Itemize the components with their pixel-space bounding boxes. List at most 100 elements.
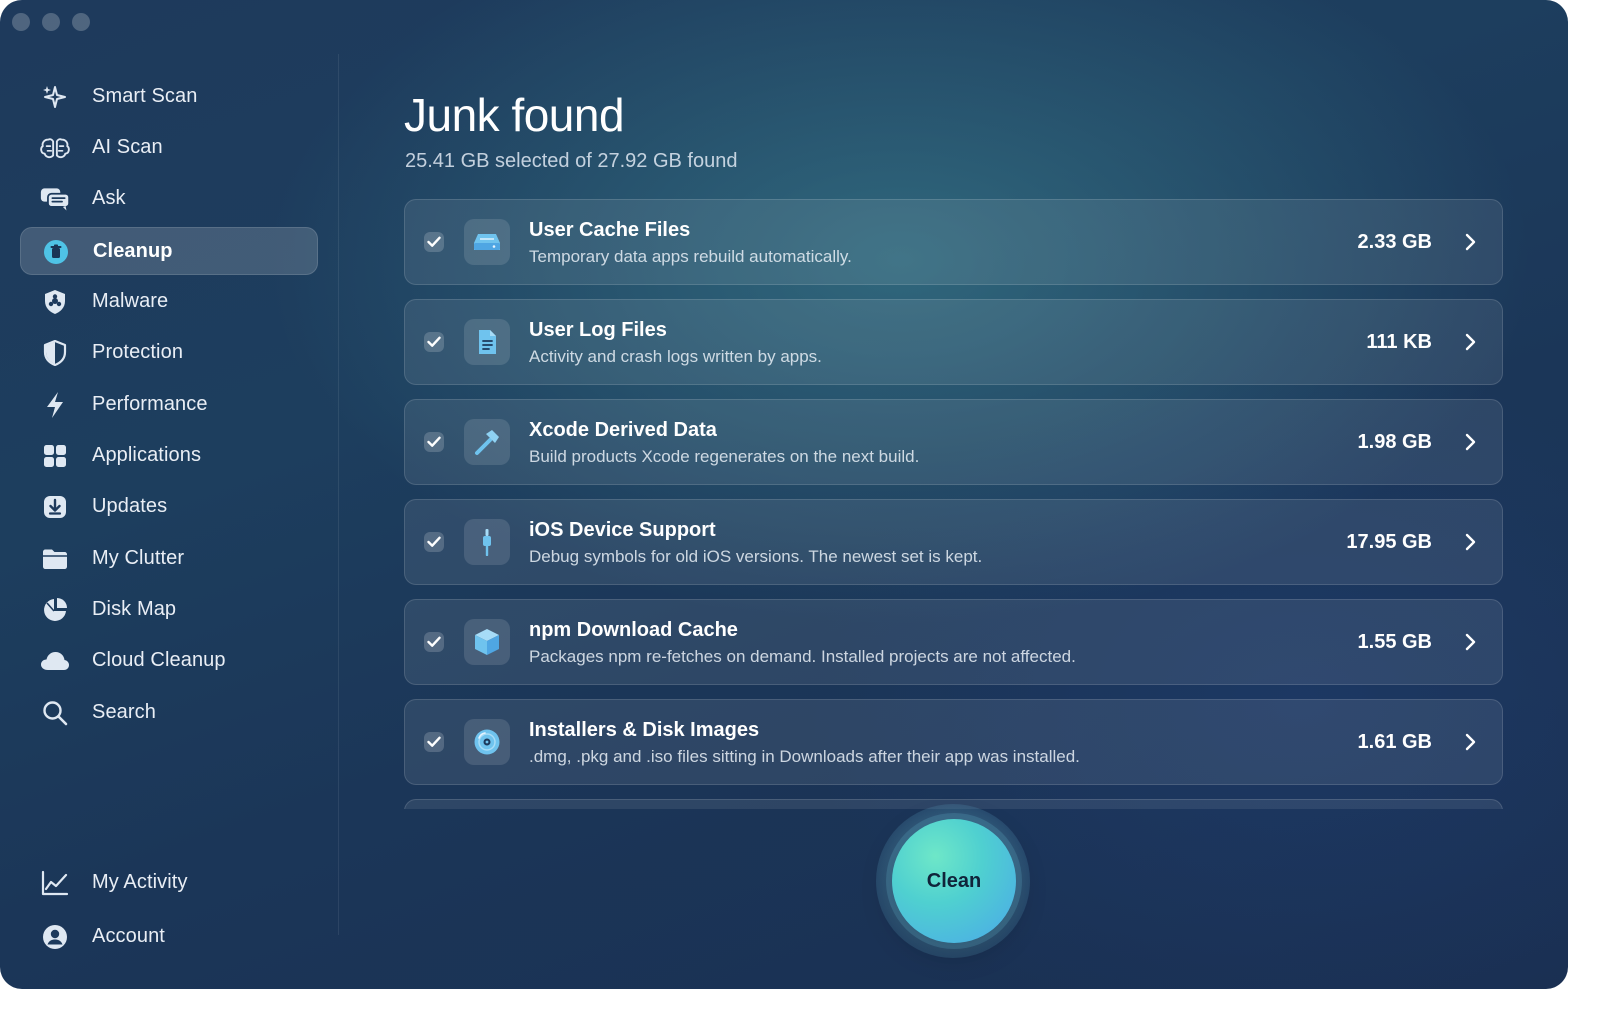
sidebar-item-disk-map[interactable]: Disk Map (20, 586, 318, 634)
sidebar-item-label: Ask (92, 187, 126, 209)
hammer-icon (464, 419, 510, 465)
sidebar-item-label: Cleanup (93, 240, 173, 262)
bolt-icon (40, 391, 70, 419)
chevron-right-icon[interactable] (1464, 633, 1476, 651)
checkmark-icon (427, 336, 441, 347)
row-size: 1.61 GB (1357, 731, 1432, 753)
row-size: 1.98 GB (1357, 431, 1432, 453)
sidebar-item-search[interactable]: Search (20, 689, 318, 737)
biohazard-shield-icon (40, 288, 70, 316)
row-size: 17.95 GB (1346, 531, 1432, 553)
grid-icon (40, 442, 70, 470)
page-title: Junk found (404, 89, 625, 141)
checkmark-icon (427, 736, 441, 747)
folder-icon (40, 545, 70, 573)
checkmark-icon (427, 636, 441, 647)
row-title: User Cache Files (529, 219, 691, 241)
sidebar-item-label: Cloud Cleanup (92, 649, 226, 671)
junk-row-xcode-derived-data[interactable]: Xcode Derived Data Build products Xcode … (404, 399, 1503, 485)
clean-button[interactable]: Clean (892, 819, 1016, 943)
row-checkbox[interactable] (424, 332, 444, 352)
pie-chart-icon (40, 596, 70, 624)
chevron-right-icon[interactable] (1464, 233, 1476, 251)
chevron-right-icon[interactable] (1464, 733, 1476, 751)
row-description: Debug symbols for old iOS versions. The … (529, 547, 983, 566)
person-icon (40, 923, 70, 951)
chat-bubbles-icon (40, 185, 70, 213)
sidebar-item-label: AI Scan (92, 136, 163, 158)
junk-row-npm-download-cache[interactable]: npm Download Cache Packages npm re-fetch… (404, 599, 1503, 685)
row-checkbox[interactable] (424, 632, 444, 652)
sidebar-item-performance[interactable]: Performance (20, 381, 318, 429)
sidebar-item-cleanup[interactable]: Cleanup (20, 227, 318, 275)
sidebar-item-ask[interactable]: Ask (20, 175, 318, 223)
row-description: Build products Xcode regenerates on the … (529, 447, 920, 466)
cable-icon (464, 519, 510, 565)
sidebar-item-my-activity[interactable]: My Activity (20, 859, 318, 907)
row-description: .dmg, .pkg and .iso files sitting in Dow… (529, 747, 1080, 766)
brain-icon (40, 134, 70, 162)
checkmark-icon (427, 436, 441, 447)
app-window: Smart Scan AI Scan Ask Cleanup Malware P… (0, 0, 1568, 989)
shield-icon (40, 339, 70, 367)
search-icon (40, 699, 70, 727)
junk-row-user-cache-files[interactable]: User Cache Files Temporary data apps reb… (404, 199, 1503, 285)
row-title: npm Download Cache (529, 619, 738, 641)
sidebar-item-label: Account (92, 925, 165, 947)
row-size: 1.55 GB (1357, 631, 1432, 653)
drive-icon (464, 219, 510, 265)
chevron-right-icon[interactable] (1464, 433, 1476, 451)
sidebar-item-smart-scan[interactable]: Smart Scan (20, 73, 318, 121)
sidebar-item-account[interactable]: Account (20, 913, 318, 961)
trash-icon (41, 238, 71, 266)
sidebar-item-label: Disk Map (92, 598, 177, 620)
sidebar-item-ai-scan[interactable]: AI Scan (20, 124, 318, 172)
disc-icon (464, 719, 510, 765)
checkmark-icon (427, 236, 441, 247)
row-title: User Log Files (529, 319, 667, 341)
sidebar-item-label: My Clutter (92, 547, 185, 569)
line-chart-icon (40, 869, 70, 897)
chevron-right-icon[interactable] (1464, 533, 1476, 551)
selection-summary: 25.41 GB selected of 27.92 GB found (405, 150, 738, 172)
sidebar-item-label: Protection (92, 341, 184, 363)
row-size: 111 KB (1366, 331, 1432, 353)
sidebar-item-cloud-cleanup[interactable]: Cloud Cleanup (20, 637, 318, 685)
row-checkbox[interactable] (424, 432, 444, 452)
row-title: Installers & Disk Images (529, 719, 760, 741)
sidebar-item-label: Search (92, 701, 156, 723)
sidebar-item-updates[interactable]: Updates (20, 483, 318, 531)
sidebar-item-my-clutter[interactable]: My Clutter (20, 535, 318, 583)
row-description: Temporary data apps rebuild automaticall… (529, 247, 852, 266)
sidebar-item-label: Smart Scan (92, 85, 198, 107)
download-icon (40, 493, 70, 521)
clean-button-label: Clean (926, 869, 982, 892)
sparkles-icon (40, 83, 70, 111)
sidebar-divider (338, 54, 339, 935)
row-size: 2.33 GB (1357, 231, 1432, 253)
cloud-icon (40, 647, 70, 675)
row-description: Packages npm re-fetches on demand. Insta… (529, 647, 1076, 666)
row-checkbox[interactable] (424, 232, 444, 252)
row-checkbox[interactable] (424, 732, 444, 752)
junk-row-installers-disk-images[interactable]: Installers & Disk Images .dmg, .pkg and … (404, 699, 1503, 785)
sidebar-item-applications[interactable]: Applications (20, 432, 318, 480)
row-title: iOS Device Support (529, 519, 716, 541)
row-title: Xcode Derived Data (529, 419, 717, 441)
sidebar-item-label: Malware (92, 290, 169, 312)
junk-row-ios-device-support[interactable]: iOS Device Support Debug symbols for old… (404, 499, 1503, 585)
sidebar-item-label: Updates (92, 495, 168, 517)
row-description: Activity and crash logs written by apps. (529, 347, 822, 366)
sidebar-item-label: Performance (92, 393, 208, 415)
junk-row-user-log-files[interactable]: User Log Files Activity and crash logs w… (404, 299, 1503, 385)
sidebar-item-label: My Activity (92, 871, 188, 893)
sidebar-item-malware[interactable]: Malware (20, 278, 318, 326)
document-icon (464, 319, 510, 365)
package-icon (464, 619, 510, 665)
sidebar: Smart Scan AI Scan Ask Cleanup Malware P… (0, 0, 340, 989)
row-checkbox[interactable] (424, 532, 444, 552)
junk-list: User Cache Files Temporary data apps reb… (404, 199, 1503, 809)
sidebar-item-label: Applications (92, 444, 202, 466)
sidebar-item-protection[interactable]: Protection (20, 329, 318, 377)
chevron-right-icon[interactable] (1464, 333, 1476, 351)
